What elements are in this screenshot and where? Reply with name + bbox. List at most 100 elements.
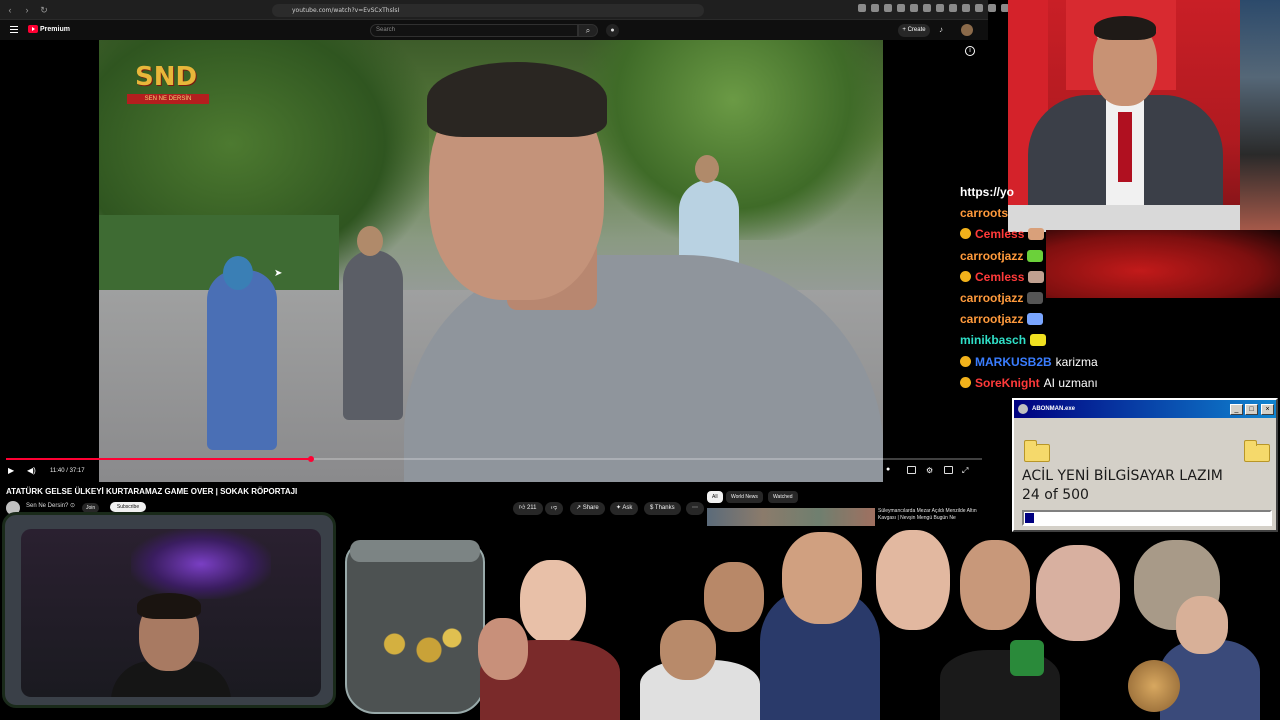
miniplayer-icon[interactable] — [944, 466, 953, 474]
extension-icons — [858, 4, 1009, 12]
collage-face — [782, 532, 862, 624]
share-icon: ↗ — [576, 505, 583, 511]
address-bar[interactable]: youtube.com/watch?v=EvSCxThslsI — [272, 4, 704, 17]
chip-world-news[interactable]: World News — [726, 491, 763, 503]
thanks-button[interactable]: $ Thanks — [644, 502, 681, 515]
notifications-icon[interactable]: ♪ — [939, 25, 943, 34]
chat-username[interactable]: https://yo — [960, 185, 1014, 199]
extension-icon[interactable] — [962, 4, 970, 12]
extension-icon[interactable] — [884, 4, 892, 12]
minimize-button[interactable]: _ — [1230, 404, 1243, 415]
extension-icon[interactable] — [897, 4, 905, 12]
info-icon[interactable]: i — [965, 46, 975, 56]
fullscreen-icon[interactable]: ⤢ — [962, 466, 968, 476]
volume-icon[interactable]: ◀) — [27, 466, 36, 475]
video-player[interactable]: SND SEN NE DERSİN ➤ i — [0, 40, 988, 482]
dislike-button[interactable]: 👎︎ — [545, 502, 564, 515]
chip-all[interactable]: All — [707, 491, 723, 503]
chat-username[interactable]: Cemless — [975, 227, 1024, 241]
maximize-button[interactable]: □ — [1245, 404, 1258, 415]
microphone-icon[interactable]: ● — [606, 24, 619, 37]
chat-emote-icon — [1028, 270, 1045, 283]
time-display: 11:40 / 37:17 — [50, 468, 85, 474]
logo-ribbon: SEN NE DERSİN — [127, 94, 209, 104]
extension-icon[interactable] — [858, 4, 866, 12]
ask-button[interactable]: ✦ Ask — [610, 502, 639, 515]
pedestrian-head — [695, 155, 719, 183]
collage-face — [660, 620, 716, 680]
extension-icon[interactable] — [936, 4, 944, 12]
menu-icon[interactable] — [10, 26, 18, 33]
url-text: youtube.com/watch?v=EvSCxThslsI — [292, 7, 400, 14]
chat-username[interactable]: carrootjazz — [960, 249, 1023, 263]
politician-image — [1008, 0, 1240, 232]
forward-icon[interactable]: › — [20, 3, 34, 17]
collage-face — [704, 562, 764, 632]
ask-label: Ask — [622, 505, 633, 511]
play-icon[interactable]: ▶ — [8, 466, 14, 475]
chat-message: carrootjazz — [960, 249, 1044, 263]
video-frame[interactable]: SND SEN NE DERSİN ➤ — [99, 40, 883, 482]
window-title: ABONMAN.exe — [1032, 406, 1076, 412]
chip-watched[interactable]: Watched — [768, 491, 798, 503]
extension-icon[interactable] — [923, 4, 931, 12]
chat-username[interactable]: carrootjazz — [960, 312, 1023, 326]
youtube-logo-icon[interactable] — [28, 25, 38, 33]
folder-icon — [1024, 440, 1050, 462]
close-button[interactable]: × — [1261, 404, 1274, 415]
goal-progress-bar — [1022, 510, 1272, 526]
goal-count: 24 of 500 — [1022, 487, 1089, 503]
more-actions-button[interactable]: ⋯ — [686, 502, 704, 515]
autoplay-toggle-icon[interactable]: ● — [886, 466, 890, 473]
room-light — [131, 529, 271, 599]
coins — [360, 620, 475, 680]
chat-message: minikbasch — [960, 333, 1047, 347]
like-count: 211 — [526, 505, 537, 511]
share-button[interactable]: ↗ Share — [570, 502, 605, 515]
chat-badge-icon — [960, 355, 971, 367]
back-icon[interactable]: ‹ — [3, 3, 17, 17]
reload-icon[interactable]: ↻ — [37, 3, 51, 17]
create-button[interactable]: + Create — [898, 24, 930, 37]
extension-icon[interactable] — [910, 4, 918, 12]
extension-icon[interactable] — [975, 4, 983, 12]
channel-watermark-logo: SND SEN NE DERSİN — [127, 62, 209, 106]
settings-icon[interactable]: ⚙ — [926, 466, 933, 475]
extension-icon[interactable] — [949, 4, 957, 12]
search-input[interactable]: Search — [370, 24, 578, 37]
chat-message: SoreKnight AI uzmanı — [960, 376, 1098, 390]
interviewee-hair — [427, 62, 607, 137]
collage-face — [960, 540, 1030, 630]
like-button[interactable]: 👍︎ 211 — [513, 502, 543, 515]
chat-emote-icon — [1030, 334, 1047, 347]
chat-username[interactable]: Cemless — [975, 270, 1024, 284]
browser-toolbar: ‹ › ↻ youtube.com/watch?v=EvSCxThslsI — [0, 0, 1009, 20]
extension-icon[interactable] — [988, 4, 996, 12]
background-image — [1046, 230, 1280, 298]
collage-face — [1176, 596, 1228, 654]
chat-emote-icon — [1027, 292, 1044, 304]
channel-name[interactable]: Sen Ne Dersin? ⊙ — [26, 502, 75, 509]
chat-username[interactable]: carrootjazz — [960, 291, 1023, 305]
chat-username[interactable]: minikbasch — [960, 333, 1026, 347]
chat-username[interactable]: MARKUSB2B — [975, 355, 1052, 369]
goal-heading: ACİL YENİ BİLGİSAYAR LAZIM — [1022, 468, 1223, 484]
chat-message: carrootjazz — [960, 312, 1044, 326]
related-video-thumbnail[interactable] — [707, 508, 875, 526]
thanks-label: Thanks — [654, 505, 675, 511]
pedestrian-head — [223, 256, 253, 290]
chat-message: carroots — [960, 206, 1008, 220]
subscribe-button[interactable]: Subscribe — [110, 502, 146, 512]
captions-icon[interactable] — [907, 466, 916, 474]
progress-bar[interactable] — [6, 456, 982, 462]
collage-face — [478, 618, 528, 680]
search-icon[interactable]: ⌕ — [578, 24, 598, 37]
extension-icon[interactable] — [871, 4, 879, 12]
chat-emote-icon — [1027, 249, 1044, 262]
chat-badge-icon — [960, 376, 971, 388]
chat-username[interactable]: SoreKnight — [975, 376, 1040, 390]
related-video-title[interactable]: Süleymancılarda Mezar Açıldı Menzilde Al… — [878, 508, 988, 522]
chat-username[interactable]: carroots — [960, 206, 1008, 220]
planet-emoji — [1128, 660, 1180, 712]
avatar[interactable] — [961, 24, 973, 36]
